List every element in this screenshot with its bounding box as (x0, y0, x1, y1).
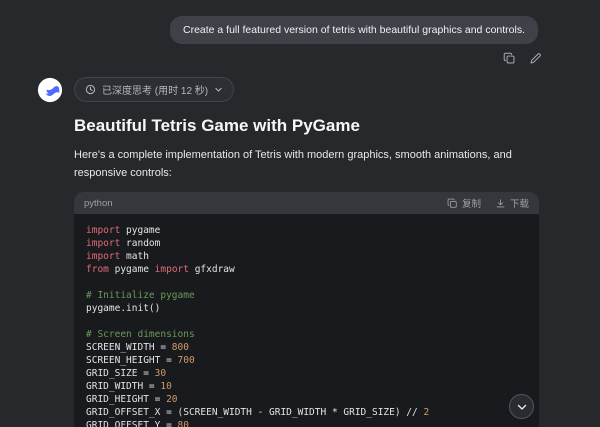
code-line (86, 315, 527, 328)
copy-message-button[interactable] (503, 52, 516, 65)
message-actions (0, 44, 600, 65)
user-message-text: Create a full featured version of tetris… (183, 24, 525, 36)
whale-logo-icon (37, 77, 63, 103)
code-line: GRID_OFFSET_Y = 80 (86, 419, 527, 427)
chevron-down-icon (214, 85, 223, 94)
chevron-down-icon (516, 401, 528, 413)
response-heading: Beautiful Tetris Game with PyGame (74, 116, 539, 136)
scroll-to-bottom-button[interactable] (509, 394, 534, 419)
assistant-content: 已深度思考 (用时 12 秒) Beautiful Tetris Game wi… (74, 77, 539, 427)
code-line: SCREEN_WIDTH = 800 (86, 341, 527, 354)
code-line: import pygame (86, 224, 527, 237)
copy-icon (503, 52, 516, 65)
code-line: pygame.init() (86, 302, 527, 315)
user-message: Create a full featured version of tetris… (170, 16, 538, 44)
code-content: import pygameimport randomimport mathfro… (74, 214, 539, 427)
code-line: # Initialize pygame (86, 289, 527, 302)
chat-page: Create a full featured version of tetris… (0, 0, 600, 427)
thinking-toggle[interactable]: 已深度思考 (用时 12 秒) (74, 77, 234, 102)
code-language-label: python (84, 198, 113, 209)
copy-icon (447, 198, 458, 209)
thinking-label: 已深度思考 (用时 12 秒) (102, 82, 208, 97)
code-line: GRID_WIDTH = 10 (86, 380, 527, 393)
code-line: # Screen dimensions (86, 328, 527, 341)
code-line: GRID_HEIGHT = 20 (86, 393, 527, 406)
code-copy-label: 复制 (462, 196, 481, 210)
code-actions: 复制 下载 (447, 196, 529, 210)
download-icon (495, 198, 506, 209)
assistant-avatar (37, 77, 63, 103)
code-header: python 复制 (74, 192, 539, 214)
code-line: import random (86, 237, 527, 250)
code-block: python 复制 (74, 192, 539, 427)
assistant-message-row: 已深度思考 (用时 12 秒) Beautiful Tetris Game wi… (0, 65, 600, 427)
code-line: import math (86, 250, 527, 263)
response-intro: Here's a complete implementation of Tetr… (74, 146, 539, 182)
code-line (86, 276, 527, 289)
code-line: SCREEN_HEIGHT = 700 (86, 354, 527, 367)
code-line: GRID_SIZE = 30 (86, 367, 527, 380)
edit-message-button[interactable] (529, 52, 542, 65)
edit-icon (529, 52, 542, 65)
user-message-row: Create a full featured version of tetris… (0, 0, 600, 44)
code-line: GRID_OFFSET_X = (SCREEN_WIDTH - GRID_WID… (86, 406, 527, 419)
deep-think-icon (85, 84, 96, 95)
code-download-label: 下载 (510, 196, 529, 210)
code-line: from pygame import gfxdraw (86, 263, 527, 276)
code-download-button[interactable]: 下载 (495, 196, 529, 210)
code-copy-button[interactable]: 复制 (447, 196, 481, 210)
